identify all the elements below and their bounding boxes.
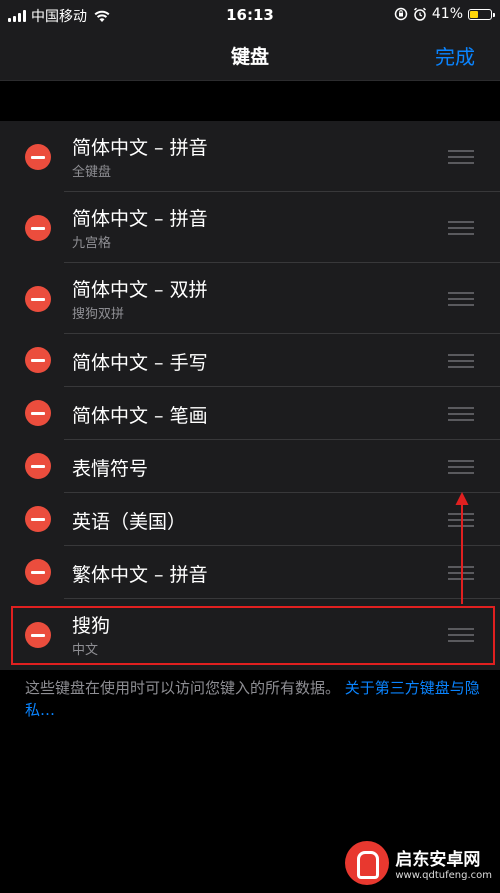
watermark-url: www.qdtufeng.com	[395, 870, 492, 881]
reorder-grip-icon[interactable]	[448, 354, 474, 368]
delete-minus-icon[interactable]	[25, 347, 51, 373]
keyboard-title: 搜狗	[72, 615, 111, 637]
reorder-grip-icon[interactable]	[448, 628, 474, 642]
reorder-grip-icon[interactable]	[448, 292, 474, 306]
delete-minus-icon[interactable]	[25, 215, 51, 241]
delete-minus-icon[interactable]	[25, 400, 51, 426]
watermark-text: 启东安卓网 www.qdtufeng.com	[395, 845, 492, 881]
keyboard-title: 表情符号	[72, 458, 149, 480]
battery-fill	[470, 10, 479, 18]
privacy-note-text: 这些键盘在使用时可以访问您键入的所有数据。	[25, 679, 341, 697]
reorder-grip-icon[interactable]	[448, 150, 474, 164]
delete-minus-icon[interactable]	[25, 286, 51, 312]
watermark-name: 启东安卓网	[395, 850, 481, 870]
keyboard-title: 简体中文 – 拼音	[72, 208, 208, 230]
keyboard-row-sogou: 搜狗 中文	[0, 599, 500, 670]
keyboard-title: 繁体中文 – 拼音	[72, 564, 208, 586]
delete-minus-icon[interactable]	[25, 559, 51, 585]
keyboard-subtitle: 九宫格	[72, 236, 112, 251]
keyboard-list: 简体中文 – 拼音 全键盘 简体中文 – 拼音 九宫格 简体中文 – 双拼 搜狗…	[0, 121, 500, 670]
keyboard-subtitle: 搜狗双拼	[72, 307, 125, 322]
delete-minus-icon[interactable]	[25, 453, 51, 479]
reorder-grip-icon[interactable]	[448, 460, 474, 474]
keyboard-row: 英语（美国）	[0, 493, 500, 546]
keyboard-row: 繁体中文 – 拼音	[0, 546, 500, 599]
keyboard-row: 简体中文 – 拼音 九宫格	[0, 192, 500, 263]
keyboard-row: 表情符号	[0, 440, 500, 493]
status-right: 41%	[394, 6, 495, 22]
battery-icon	[468, 8, 495, 20]
keyboard-subtitle: 全键盘	[72, 165, 112, 180]
orientation-lock-icon	[394, 7, 408, 21]
alarm-icon	[413, 7, 426, 21]
keyboard-title: 简体中文 – 手写	[72, 352, 208, 374]
done-button[interactable]: 完成	[435, 41, 475, 70]
reorder-grip-icon[interactable]	[448, 221, 474, 235]
watermark-logo-icon	[345, 841, 390, 885]
watermark: 启东安卓网 www.qdtufeng.com	[345, 841, 492, 885]
keyboard-subtitle: 中文	[72, 643, 99, 658]
nav-bar: 键盘 完成	[0, 30, 500, 81]
delete-minus-icon[interactable]	[25, 622, 51, 648]
privacy-note: 这些键盘在使用时可以访问您键入的所有数据。 关于第三方键盘与隐私…	[25, 677, 480, 721]
delete-minus-icon[interactable]	[25, 506, 51, 532]
keyboard-title: 简体中文 – 双拼	[72, 279, 208, 301]
up-arrow-icon	[455, 492, 469, 604]
keyboard-row: 简体中文 – 手写	[0, 334, 500, 387]
keyboard-row: 简体中文 – 拼音 全键盘	[0, 121, 500, 192]
keyboard-title: 简体中文 – 笔画	[72, 405, 208, 427]
keyboard-title: 简体中文 – 拼音	[72, 137, 208, 159]
page-title: 键盘	[230, 46, 269, 68]
battery-percent: 41%	[431, 6, 463, 22]
keyboard-row: 简体中文 – 笔画	[0, 387, 500, 440]
status-bar: 中国移动 16:13 41%	[0, 0, 500, 30]
delete-minus-icon[interactable]	[25, 144, 51, 170]
keyboard-row: 简体中文 – 双拼 搜狗双拼	[0, 263, 500, 334]
reorder-grip-icon[interactable]	[448, 407, 474, 421]
keyboard-title: 英语（美国）	[72, 511, 187, 533]
